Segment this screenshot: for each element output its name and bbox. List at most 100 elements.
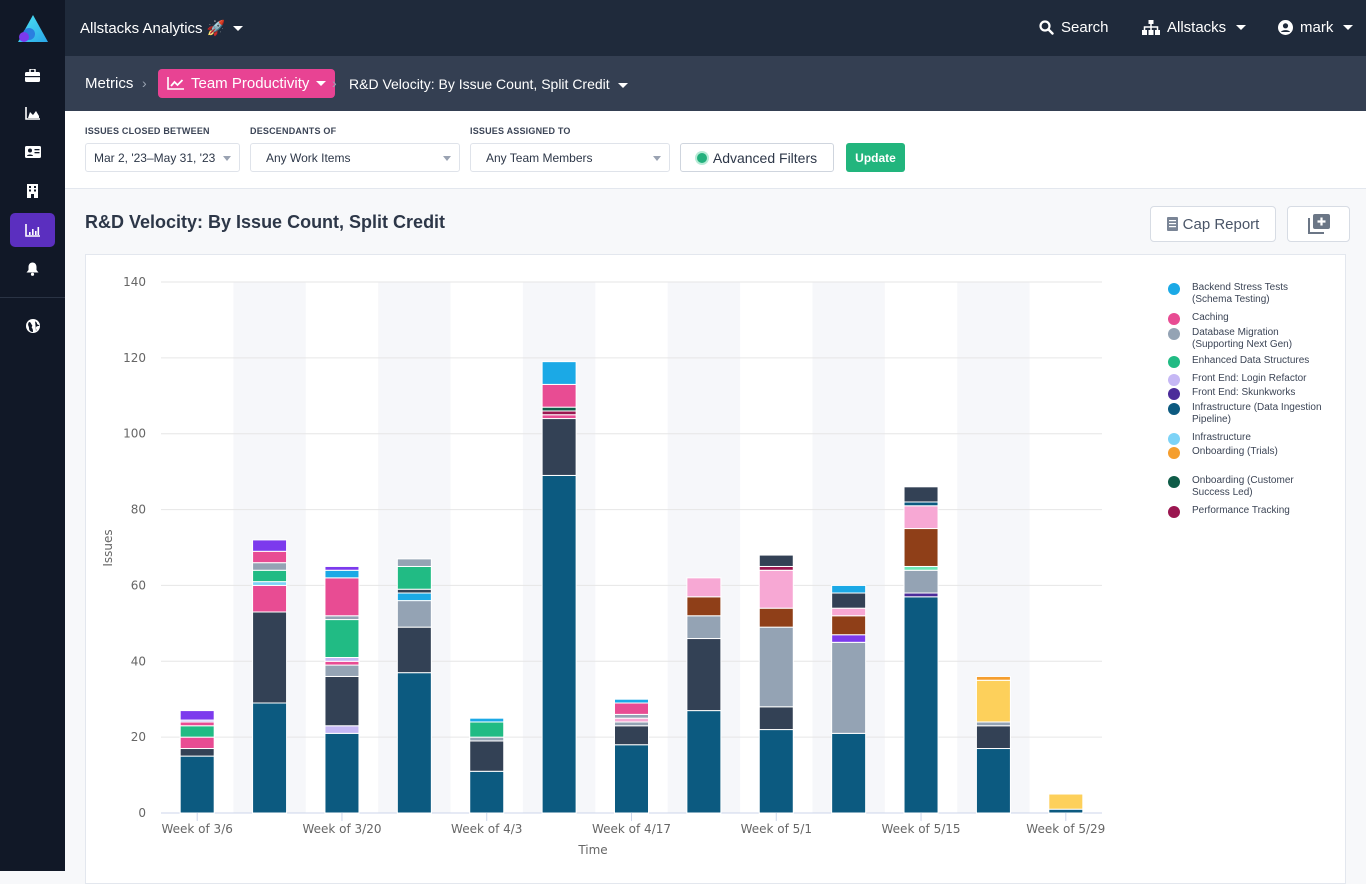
sidebar-item-people[interactable] [10,135,55,169]
bar-segment [324,565,360,571]
legend-item[interactable]: Performance Tracking [1168,505,1327,518]
legend-item[interactable]: Front End: Login Refactor [1168,373,1327,386]
current-report-label: R&D Velocity: By Issue Count, Split Cred… [349,76,610,92]
sidebar [0,0,65,871]
bar-segment [324,615,360,621]
cap-report-label: Cap Report [1182,215,1260,233]
x-tick-label: Week of 5/15 [882,822,961,836]
legend-swatch-icon [1168,328,1180,340]
legend-item[interactable]: Caching [1168,312,1327,325]
sidebar-item-analytics[interactable] [10,96,55,130]
bar-segment [179,755,215,814]
bar-segment [541,361,577,385]
x-tick-label: Week of 4/3 [451,822,522,836]
legend-item[interactable]: Enhanced Data Structures [1168,355,1327,368]
breadcrumb-metrics[interactable]: Metrics [85,75,133,92]
date-range-select[interactable]: Mar 2, '23–May 31, '23 [85,143,240,172]
legend-swatch-icon [1168,403,1180,415]
assigned-to-value: Any Team Members [486,150,593,165]
bar-segment [831,592,867,609]
sidebar-item-metrics[interactable] [10,213,55,247]
bar-segment [831,641,867,734]
bar-segment [252,702,288,814]
section-label: Team Productivity [191,75,310,92]
advanced-filters-button[interactable]: Advanced Filters [680,143,834,172]
bar-segment [614,744,649,814]
building-icon [27,184,38,198]
bar-segment [396,558,432,567]
sidebar-item-organization[interactable] [10,174,55,208]
bar-segment [903,592,939,598]
bar-segment [758,626,794,708]
bar-segment [831,634,867,643]
bar-segment [686,710,722,814]
legend-item[interactable]: Onboarding (Customer Success Led) [1168,475,1327,499]
bar-segment [252,569,288,583]
breadcrumb-team-productivity[interactable]: Team Productivity [158,69,336,98]
bar-segment [396,626,432,674]
legend-label: Backend Stress Tests (Schema Testing) [1192,282,1288,305]
legend-swatch-icon [1168,433,1180,445]
bar-segment [396,600,432,628]
bar-stack [541,361,577,814]
bar-segment [469,736,505,742]
breadcrumb-current[interactable]: R&D Velocity: By Issue Count, Split Cred… [349,76,628,92]
allstacks-logo-icon[interactable] [18,15,48,43]
legend-label: Enhanced Data Structures [1192,355,1310,366]
cap-report-button[interactable]: Cap Report [1150,206,1276,242]
bar-segment [469,717,505,723]
y-axis-label: Issues [101,529,115,566]
bar-segment [469,721,505,738]
x-tick-label: Week of 3/20 [302,822,381,836]
stacked-bar-chart: 0 20 40 60 80 100 120 140 Week of 3/6 Week of 3/… [101,275,1105,857]
bar-segment [975,721,1011,727]
bar-segment [903,596,939,814]
bar-stack [614,698,649,814]
legend-item[interactable]: Front End: Skunkworks [1168,387,1327,400]
user-menu[interactable]: mark [1278,19,1354,36]
search-button[interactable]: Search [1039,19,1109,36]
legend-item[interactable]: Onboarding (Trials) [1168,446,1327,459]
legend-swatch-icon [1168,283,1180,295]
x-tick-label: Week of 3/6 [161,822,232,836]
legend-item[interactable]: Database Migration (Supporting Next Gen) [1168,327,1327,351]
x-axis-label: Time [577,843,607,857]
date-range-label: ISSUES CLOSED BETWEEN [85,126,210,136]
y-tick-label: 0 [138,806,146,820]
bar-segment [324,675,360,727]
app-switcher[interactable]: Allstacks Analytics 🚀 [80,19,244,37]
legend-item[interactable]: Backend Stress Tests (Schema Testing) [1168,282,1327,306]
bar-segment [252,562,288,571]
bar-segment [252,611,288,704]
sidebar-item-global[interactable] [10,309,55,343]
org-label: Allstacks [1167,19,1227,36]
assigned-to-select[interactable]: Any Team Members [470,143,670,172]
y-tick-label: 100 [123,427,146,441]
org-switcher[interactable]: Allstacks [1142,19,1247,36]
bar-segment [179,721,215,727]
bar-segment [179,736,215,750]
area-chart-icon [25,106,40,120]
bar-segment [758,565,794,571]
chevron-down-icon [233,25,244,31]
descendants-select[interactable]: Any Work Items [250,143,460,172]
search-icon [1039,20,1054,35]
sitemap-icon [1142,20,1160,35]
legend-item[interactable]: Infrastructure [1168,432,1327,445]
sidebar-item-portfolio[interactable] [10,58,55,92]
bar-segment [614,725,649,746]
legend-item[interactable]: Infrastructure (Data Ingestion Pipeline) [1168,402,1327,426]
sidebar-divider [0,297,65,298]
sidebar-item-alerts[interactable] [10,252,55,286]
legend-label: Front End: Skunkworks [1192,387,1296,398]
legend-swatch-icon [1168,356,1180,368]
bar-segment [686,638,722,712]
bar-segment [758,569,794,609]
add-to-dashboard-button[interactable] [1287,206,1350,242]
bar-segment [324,664,360,677]
update-button[interactable]: Update [846,143,905,172]
bar-stack [179,710,215,814]
bar-stack [1048,793,1084,814]
bar-segment [686,577,722,598]
bar-segment [758,607,794,628]
